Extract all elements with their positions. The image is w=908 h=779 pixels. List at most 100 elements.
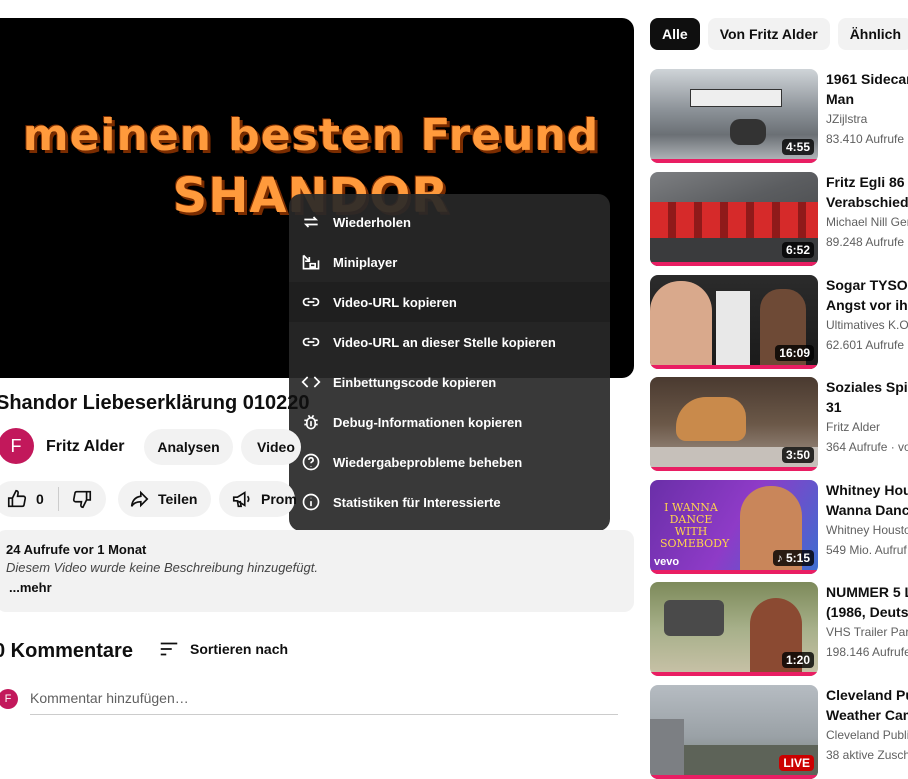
channel-name: Fritz Alder bbox=[826, 420, 881, 434]
description-text: Diesem Video wurde keine Beschreibung hi… bbox=[6, 560, 318, 575]
show-more-link[interactable]: ...mehr bbox=[6, 580, 624, 595]
view-count-date: 24 Aufrufe vor 1 Monat bbox=[6, 542, 147, 557]
video-thumbnail[interactable]: LIVE bbox=[650, 685, 818, 779]
recommendation-item[interactable]: 4:55 1961 Sidecar Man JZijlstra 83.410 Au… bbox=[650, 69, 908, 163]
menu-item-label: Statistiken für Interessierte bbox=[333, 494, 501, 510]
divider bbox=[57, 487, 59, 511]
menu-item-label: Debug-Informationen kopieren bbox=[333, 414, 523, 430]
video-duration: 16:09 bbox=[775, 345, 814, 361]
menu-item-stats[interactable]: Statistiken für Interessierte bbox=[289, 482, 610, 522]
like-dislike-group: 0 bbox=[0, 481, 106, 517]
video-thumbnail[interactable]: 1:20 bbox=[650, 582, 818, 676]
recommendation-item[interactable]: 3:50 Soziales Spie 31 Fritz Alder 364 Auf… bbox=[650, 377, 908, 471]
video-duration: 4:55 bbox=[781, 139, 814, 155]
video-title: 1961 Sidecar Man bbox=[826, 71, 908, 107]
video-duration: 6:52 bbox=[781, 242, 814, 258]
watched-progress-bar bbox=[650, 570, 818, 574]
menu-item-repeat[interactable]: Wiederholen bbox=[289, 202, 610, 242]
user-avatar: F bbox=[0, 689, 18, 709]
sort-label: Sortieren nach bbox=[190, 641, 289, 657]
video-title: Soziales Spie 31 bbox=[826, 379, 908, 415]
sort-comments-button[interactable]: Sortieren nach bbox=[158, 638, 288, 660]
menu-item-label: Einbettungscode kopieren bbox=[333, 374, 497, 390]
menu-item-copy-url[interactable]: Video-URL kopieren bbox=[289, 282, 610, 322]
dislike-icon[interactable] bbox=[71, 488, 93, 510]
view-count: 364 Aufrufe · vo bbox=[826, 440, 908, 454]
analytics-button[interactable]: Analysen bbox=[144, 429, 233, 465]
watched-progress-bar bbox=[650, 365, 818, 369]
menu-item-copy-debug[interactable]: Debug-Informationen kopieren bbox=[289, 402, 610, 442]
code-icon bbox=[301, 372, 321, 392]
megaphone-icon bbox=[231, 488, 253, 510]
video-duration: ♪ 5:15 bbox=[772, 550, 814, 566]
chip-related[interactable]: Ähnlich bbox=[837, 18, 908, 50]
recommendation-item[interactable]: I WANNA DANCE WITH SOMEBODY vevo ♪ 5:15 … bbox=[650, 480, 908, 574]
view-count: 83.410 Aufrufe bbox=[826, 132, 905, 146]
live-badge: LIVE bbox=[779, 755, 814, 771]
recommendation-item[interactable]: LIVE Cleveland Pu Weather Cam Cleveland P… bbox=[650, 685, 908, 779]
channel-name: JZijlstra bbox=[826, 112, 868, 126]
view-count: 89.248 Aufrufe bbox=[826, 235, 905, 249]
viewer-count: 38 aktive Zusch bbox=[826, 748, 908, 762]
view-count: 198.146 Aufrufe bbox=[826, 645, 908, 659]
share-button[interactable]: Teilen bbox=[118, 481, 211, 517]
channel-name[interactable]: Fritz Alder bbox=[46, 438, 125, 456]
channel-name: Cleveland Publi bbox=[826, 728, 908, 742]
repeat-icon bbox=[301, 212, 321, 232]
video-thumbnail[interactable]: 3:50 bbox=[650, 377, 818, 471]
menu-item-label: Wiedergabeprobleme beheben bbox=[333, 454, 523, 470]
menu-item-miniplayer[interactable]: Miniplayer bbox=[289, 242, 610, 282]
video-duration: 1:20 bbox=[781, 652, 814, 668]
menu-item-troubleshoot[interactable]: Wiedergabeprobleme beheben bbox=[289, 442, 610, 482]
video-thumbnail[interactable]: I WANNA DANCE WITH SOMEBODY vevo ♪ 5:15 bbox=[650, 480, 818, 574]
share-icon bbox=[128, 488, 150, 510]
chip-from-channel[interactable]: Von Fritz Alder bbox=[707, 18, 830, 50]
video-edit-button[interactable]: Video bbox=[241, 429, 301, 465]
video-title: Sogar TYSONAngst vor ihm bbox=[826, 277, 908, 313]
like-count: 0 bbox=[36, 491, 44, 507]
recommendation-item[interactable]: 16:09 Sogar TYSONAngst vor ihm Ultimativ… bbox=[650, 275, 908, 369]
description-box[interactable]: 24 Aufrufe vor 1 Monat Diesem Video wurd… bbox=[0, 530, 634, 612]
channel-name: VHS Trailer Parl bbox=[826, 625, 908, 639]
watched-progress-bar bbox=[650, 159, 818, 163]
share-label: Teilen bbox=[158, 491, 198, 507]
video-title: Cleveland Pu Weather Cam bbox=[826, 687, 908, 723]
link-icon bbox=[301, 332, 321, 352]
video-title: Whitney HousWanna Dance bbox=[826, 482, 908, 518]
menu-item-copy-embed[interactable]: Einbettungscode kopieren bbox=[289, 362, 610, 402]
video-duration: 3:50 bbox=[781, 447, 814, 463]
menu-item-copy-url-at-time[interactable]: Video-URL an dieser Stelle kopieren bbox=[289, 322, 610, 362]
menu-item-label: Video-URL kopieren bbox=[333, 294, 457, 310]
promote-button[interactable]: Prom bbox=[219, 481, 297, 517]
comments-count: 0 Kommentare bbox=[0, 640, 133, 662]
comment-input[interactable]: Kommentar hinzufügen… bbox=[30, 690, 618, 715]
player-context-menu: Wiederholen Miniplayer Video-URL kopiere… bbox=[289, 194, 610, 531]
watched-progress-bar bbox=[650, 262, 818, 266]
menu-item-label: Miniplayer bbox=[333, 254, 398, 270]
menu-item-label: Wiederholen bbox=[333, 214, 411, 230]
link-icon bbox=[301, 292, 321, 312]
recommendation-item[interactable]: 6:52 Fritz Egli 86 J Verabschiedu Michael… bbox=[650, 172, 908, 266]
sort-icon bbox=[158, 638, 180, 660]
video-title: NUMMER 5 L (1986, Deutsc bbox=[826, 584, 908, 620]
menu-item-label: Video-URL an dieser Stelle kopieren bbox=[333, 334, 556, 350]
watched-progress-bar bbox=[650, 672, 818, 676]
recommendation-item[interactable]: 1:20 NUMMER 5 L (1986, Deutsc VHS Trailer… bbox=[650, 582, 908, 676]
player-caption-line1: meinen besten Freund bbox=[22, 110, 600, 161]
video-thumbnail[interactable]: 6:52 bbox=[650, 172, 818, 266]
like-icon[interactable] bbox=[6, 488, 28, 510]
video-title: Fritz Egli 86 J Verabschiedu bbox=[826, 174, 908, 210]
filter-chips: Alle Von Fritz Alder Ähnlich bbox=[650, 18, 908, 50]
video-thumbnail[interactable]: 4:55 bbox=[650, 69, 818, 163]
chip-all[interactable]: Alle bbox=[650, 18, 700, 50]
video-thumbnail[interactable]: 16:09 bbox=[650, 275, 818, 369]
miniplayer-icon bbox=[301, 252, 321, 272]
help-icon bbox=[301, 452, 321, 472]
promote-label: Prom bbox=[261, 491, 297, 507]
channel-avatar[interactable]: F bbox=[0, 428, 34, 464]
info-icon bbox=[301, 492, 321, 512]
view-count: 549 Mio. Aufruf bbox=[826, 543, 907, 557]
bug-icon bbox=[301, 412, 321, 432]
channel-name: Michael Nill Ger bbox=[826, 215, 908, 229]
video-title: Shandor Liebeserklärung 010220 bbox=[0, 392, 310, 414]
